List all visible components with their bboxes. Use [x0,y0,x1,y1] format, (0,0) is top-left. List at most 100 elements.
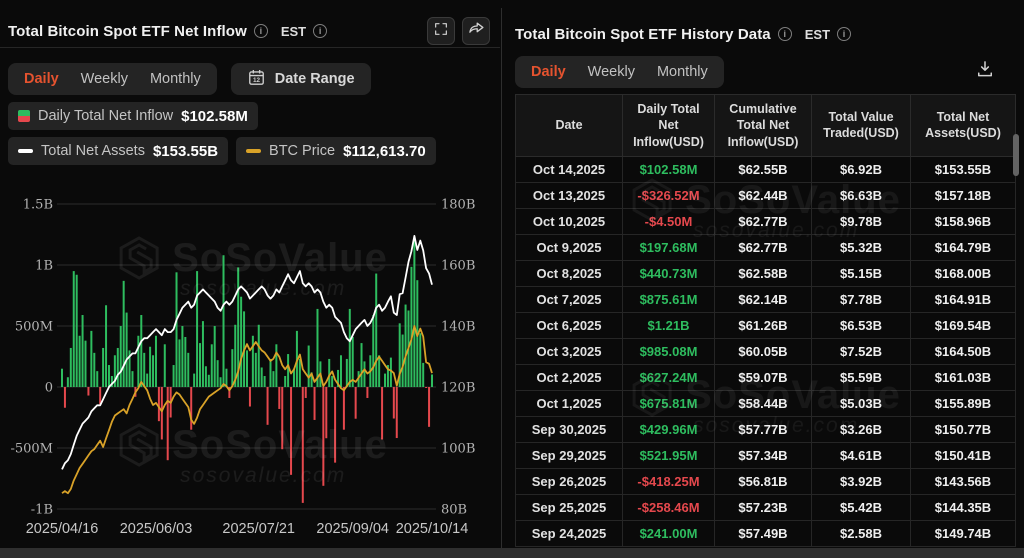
table-row: Sep 26,2025-$418.25M$56.81B$3.92B$143.56… [516,468,1016,494]
cell-daily-inflow: $627.24M [623,364,715,390]
cell-net-assets: $161.03B [911,364,1016,390]
left-axis-tick: -1B [31,503,53,518]
cell-date: Oct 10,2025 [516,208,623,234]
right-axis-tick: 100B [441,442,475,457]
col-net-assets: Total Net Assets(USD) [911,95,1016,157]
cell-cumulative-inflow: $62.58B [715,260,812,286]
tab-daily[interactable]: Daily [24,71,59,87]
share-icon [468,20,485,42]
cell-daily-inflow: $440.73M [623,260,715,286]
table-row: Oct 6,2025$1.21B$61.26B$6.53B$169.54B [516,312,1016,338]
col-value-traded: Total Value Traded(USD) [812,95,911,157]
x-axis-tick: 2025/04/16 [26,521,99,537]
tab-monthly[interactable]: Monthly [657,64,708,80]
cell-net-assets: $144.35B [911,494,1016,520]
history-data-panel: Total Bitcoin Spot ETF History Data EST … [505,0,1019,548]
x-axis-tick: 2025/07/21 [222,521,295,537]
table-row: Oct 2,2025$627.24M$59.07B$5.59B$161.03B [516,364,1016,390]
info-icon[interactable] [313,24,327,38]
table-row: Oct 1,2025$675.81M$58.44B$5.03B$155.89B [516,390,1016,416]
info-icon[interactable] [837,27,851,41]
cell-date: Oct 2,2025 [516,364,623,390]
cell-date: Oct 9,2025 [516,234,623,260]
cell-daily-inflow: -$4.50M [623,208,715,234]
cell-date: Oct 6,2025 [516,312,623,338]
cell-daily-inflow: $429.96M [623,416,715,442]
cell-daily-inflow: $102.58M [623,156,715,182]
cell-cumulative-inflow: $59.07B [715,364,812,390]
info-icon[interactable] [778,27,792,41]
period-tab-group: Daily Weekly Monthly [8,63,217,95]
tab-monthly[interactable]: Monthly [150,71,201,87]
cell-value-traded: $3.26B [812,416,911,442]
legend-item-net-inflow[interactable]: Daily Total Net Inflow $102.58M [8,102,258,130]
cell-cumulative-inflow: $57.77B [715,416,812,442]
cell-net-assets: $164.79B [911,234,1016,260]
cell-cumulative-inflow: $57.23B [715,494,812,520]
tab-daily[interactable]: Daily [531,64,566,80]
cell-cumulative-inflow: $57.34B [715,442,812,468]
fullscreen-button[interactable] [427,17,455,45]
table-row: Oct 10,2025-$4.50M$62.77B$9.78B$158.96B [516,208,1016,234]
tab-weekly[interactable]: Weekly [81,71,128,87]
table-header-row: Date Daily Total Net Inflow(USD) Cumulat… [516,95,1016,157]
table-vertical-scrollbar[interactable] [1013,134,1019,176]
date-range-button[interactable]: 12 Date Range [231,63,371,95]
cell-cumulative-inflow: $62.14B [715,286,812,312]
cell-value-traded: $6.63B [812,182,911,208]
table-row: Oct 3,2025$985.08M$60.05B$7.52B$164.50B [516,338,1016,364]
cell-cumulative-inflow: $56.81B [715,468,812,494]
net-inflow-chart[interactable]: 1.5B180B1B160B500M140B0120B-500M100B-1B8… [0,185,500,547]
legend-item-btc-price[interactable]: BTC Price $112,613.70 [236,137,436,165]
period-tab-group: Daily Weekly Monthly [515,56,724,88]
legend-item-net-assets[interactable]: Total Net Assets $153.55B [8,137,228,165]
cell-date: Sep 26,2025 [516,468,623,494]
cell-value-traded: $5.03B [812,390,911,416]
tab-weekly[interactable]: Weekly [588,64,635,80]
cell-net-assets: $158.96B [911,208,1016,234]
net-inflow-controls: Daily Weekly Monthly 12 Date Range [8,63,371,95]
table-row: Sep 29,2025$521.95M$57.34B$4.61B$150.41B [516,442,1016,468]
cell-cumulative-inflow: $57.49B [715,520,812,546]
cell-net-assets: $150.41B [911,442,1016,468]
info-icon[interactable] [254,24,268,38]
cell-cumulative-inflow: $61.26B [715,312,812,338]
x-axis-tick: 2025/09/04 [316,521,389,537]
col-date: Date [516,95,623,157]
net-inflow-panel: Total Bitcoin Spot ETF Net Inflow EST Da… [0,0,500,548]
col-cumulative-inflow: Cumulative Total Net Inflow(USD) [715,95,812,157]
date-range-label: Date Range [275,71,355,87]
share-button[interactable] [462,17,490,45]
col-daily-inflow: Daily Total Net Inflow(USD) [623,95,715,157]
cell-value-traded: $2.58B [812,520,911,546]
page-title: Total Bitcoin Spot ETF Net Inflow [8,23,247,40]
table-row: Sep 30,2025$429.96M$57.77B$3.26B$150.77B [516,416,1016,442]
cell-net-assets: $164.91B [911,286,1016,312]
legend-label: BTC Price [269,143,335,159]
download-button[interactable] [971,57,999,85]
btc-line-swatch-icon [246,149,261,154]
left-axis-tick: 1B [35,259,53,274]
calendar-icon: 12 [247,68,266,91]
cell-value-traded: $6.53B [812,312,911,338]
legend-value: $112,613.70 [343,143,426,160]
cell-cumulative-inflow: $62.77B [715,208,812,234]
table-row: Oct 9,2025$197.68M$62.77B$5.32B$164.79B [516,234,1016,260]
cell-daily-inflow: -$258.46M [623,494,715,520]
cell-value-traded: $3.92B [812,468,911,494]
history-title: Total Bitcoin Spot ETF History Data [515,26,771,43]
svg-text:12: 12 [253,77,261,84]
horizontal-scrollbar[interactable] [0,548,1024,558]
cell-date: Sep 30,2025 [516,416,623,442]
cell-cumulative-inflow: $62.77B [715,234,812,260]
left-axis-tick: 0 [45,381,53,396]
table-row: Oct 8,2025$440.73M$62.58B$5.15B$168.00B [516,260,1016,286]
cell-value-traded: $4.61B [812,442,911,468]
timezone-label: EST [281,24,306,39]
cell-cumulative-inflow: $60.05B [715,338,812,364]
cell-daily-inflow: $197.68M [623,234,715,260]
cell-net-assets: $155.89B [911,390,1016,416]
cell-value-traded: $5.15B [812,260,911,286]
cell-net-assets: $164.50B [911,338,1016,364]
cell-value-traded: $5.59B [812,364,911,390]
